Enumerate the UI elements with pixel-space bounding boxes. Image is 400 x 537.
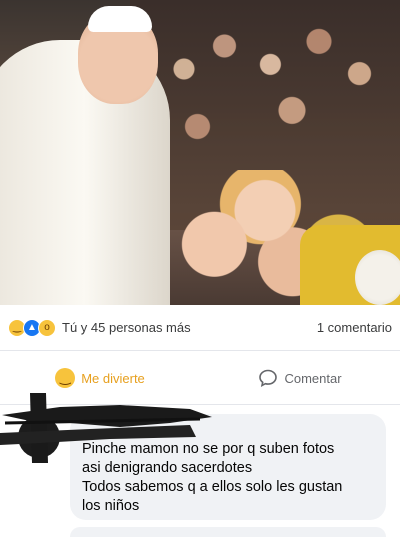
next-comment-stub (70, 527, 386, 537)
comment-button[interactable]: Comentar (200, 368, 400, 388)
redaction-scribble (0, 393, 212, 463)
reaction-button-label: Me divierte (81, 370, 145, 386)
reaction-summary-text: Tú y 45 personas más (62, 320, 191, 335)
haha-icon: ‿ (55, 368, 76, 388)
comment-count-link[interactable]: 1 comentario (317, 320, 392, 335)
comment-button-label: Comentar (284, 370, 342, 386)
photo-white-cap (88, 6, 152, 32)
photo-white-fur (355, 250, 400, 305)
reaction-button[interactable]: ‿ Me divierte (0, 368, 200, 388)
comment-icon (258, 368, 278, 388)
post-photo[interactable] (0, 0, 400, 305)
wow-reaction-icon: o (38, 318, 56, 337)
comment-line: los niños (82, 498, 140, 514)
comment-line: Todos sabemos q a ellos solo les gustan (82, 479, 343, 495)
post-stats-bar: ‿ ▲ o Tú y 45 personas más 1 comentario (0, 305, 400, 351)
reaction-summary[interactable]: ‿ ▲ o Tú y 45 personas más (8, 318, 191, 337)
